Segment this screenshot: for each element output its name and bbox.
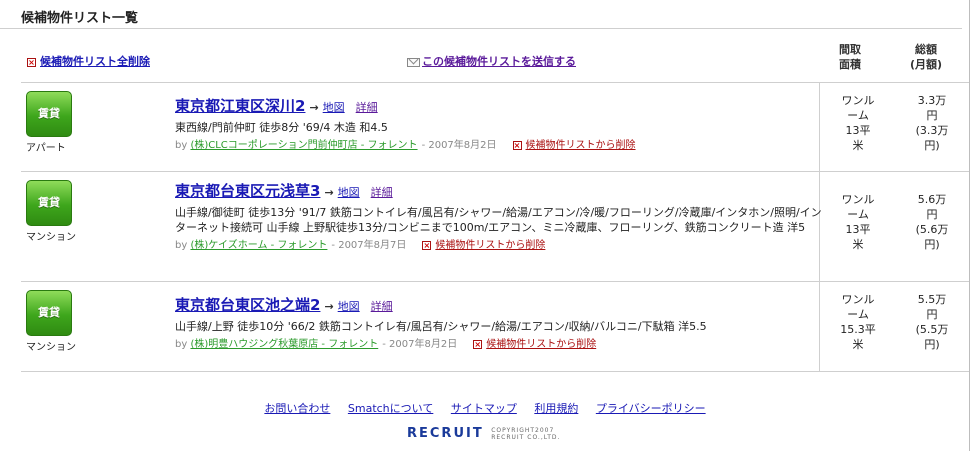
size-cell: ワンルーム 13平米 (821, 192, 895, 252)
area-value: 15.3平米 (840, 323, 876, 351)
property-title-link[interactable]: 東京都江東区深川2 (175, 97, 305, 115)
listing-row: 賃貸 マンション 東京都台東区池之端2 → 地図 詳細 山手線/上野 徒歩10分 '6… (21, 282, 969, 372)
copyright-line2: RECRUIT CO.,LTD. (491, 433, 561, 441)
send-list-label[interactable]: この候補物件リストを送信する (422, 55, 576, 68)
price-value: 5.6万円 (917, 193, 947, 221)
remove-from-list-link[interactable]: 候補物件リストから削除 (435, 240, 545, 251)
send-list-link[interactable]: この候補物件リストを送信する (407, 53, 576, 69)
footer-link-terms[interactable]: 利用規約 (534, 402, 578, 415)
detail-link[interactable]: 詳細 (356, 101, 378, 114)
remove-icon: × (422, 240, 432, 250)
area-value: 13平米 (845, 223, 871, 251)
footer-link-privacy[interactable]: プライバシーポリシー (596, 402, 706, 415)
by-label: by (175, 240, 188, 251)
remove-icon: × (473, 339, 483, 349)
price-value: 3.3万円 (917, 94, 947, 122)
footer-link-about[interactable]: Smatchについて (348, 402, 433, 415)
title-line: 東京都台東区池之端2 → 地図 詳細 (175, 295, 825, 317)
property-description: 山手線/上野 徒歩10分 '66/2 鉄筋コントイレ有/風呂有/シャワー/給湯/… (175, 320, 707, 333)
listing-row: 賃貸 アパート 東京都江東区深川2 → 地図 詳細 東西線/門前仲町 徒歩8分 '69… (21, 83, 969, 172)
listing-info: 東京都台東区元浅草3 → 地図 詳細 山手線/御徒町 徒歩13分 '91/7 鉄筋コン… (175, 181, 825, 253)
rental-badge[interactable]: 賃貸 (26, 91, 72, 137)
actions-row: × 候補物件リスト全削除 この候補物件リストを送信する 間取 面積 総額 (月額) (21, 32, 969, 83)
price-value: 5.5万円 (917, 293, 947, 321)
listing-date: - 2007年8月2日 (421, 140, 497, 151)
rental-badge[interactable]: 賃貸 (26, 180, 72, 226)
page-title: 候補物件リスト一覧 (0, 0, 962, 29)
property-description: 山手線/御徒町 徒歩13分 '91/7 鉄筋コントイレ有/風呂有/シャワー/給湯… (175, 206, 822, 234)
company-link[interactable]: (株)CLCコーポレーション門前仲町店 - フォレント (190, 140, 417, 151)
listing-meta: by (株)CLCコーポレーション門前仲町店 - フォレント - 2007年8月2… (175, 139, 825, 153)
size-cell: ワンルーム 15.3平米 (821, 292, 895, 352)
map-link[interactable]: 地図 (323, 101, 345, 114)
category-label: アパート (26, 143, 66, 154)
price-header-line2: (月額) (910, 58, 943, 71)
copyright-line1: COPYRIGHT2007 (491, 426, 555, 434)
remove-icon: × (512, 140, 522, 150)
rental-badge[interactable]: 賃貸 (26, 290, 72, 336)
listing-row: 賃貸 マンション 東京都台東区元浅草3 → 地図 詳細 山手線/御徒町 徒歩13分 '… (21, 172, 969, 282)
price-cell: 5.6万円 (5.6万円) (897, 192, 967, 252)
monthly-value: (3.3万円) (915, 124, 949, 152)
listing-info: 東京都台東区池之端2 → 地図 詳細 山手線/上野 徒歩10分 '66/2 鉄筋コント… (175, 295, 825, 352)
layout-value: ワンルーム (841, 193, 875, 221)
property-title-link[interactable]: 東京都台東区池之端2 (175, 296, 320, 314)
category-label: マンション (26, 342, 76, 353)
listing-date: - 2007年8月2日 (382, 339, 458, 350)
monthly-value: (5.6万円) (915, 223, 949, 251)
mail-icon (407, 57, 420, 67)
layout-value: ワンルーム (841, 293, 875, 321)
arrow-icon: → (324, 186, 334, 199)
size-cell: ワンルーム 13平米 (821, 93, 895, 153)
arrow-icon: → (324, 300, 334, 313)
arrow-icon: → (309, 101, 319, 114)
price-cell: 5.5万円 (5.5万円) (897, 292, 967, 352)
delete-all-label[interactable]: 候補物件リスト全削除 (40, 55, 150, 68)
detail-link[interactable]: 詳細 (371, 300, 393, 313)
recruit-logo: RECRUIT COPYRIGHT2007 RECRUIT CO.,LTD. (407, 426, 560, 441)
price-column-header: 総額 (月額) (910, 42, 942, 72)
delete-icon: × (27, 57, 36, 67)
company-link[interactable]: (株)明豊ハウジング秋葉原店 - フォレント (190, 339, 378, 350)
price-cell: 3.3万円 (3.3万円) (897, 93, 967, 153)
listing-meta: by (株)明豊ハウジング秋葉原店 - フォレント - 2007年8月2日 × 候補物… (175, 338, 825, 352)
detail-link[interactable]: 詳細 (371, 186, 393, 199)
listing-meta: by (株)ケイズホーム - フォレント - 2007年8月7日 × 候補物件リストか… (175, 239, 825, 253)
size-column-header: 間取 面積 (839, 42, 861, 72)
company-link[interactable]: (株)ケイズホーム - フォレント (190, 240, 327, 251)
delete-all-link[interactable]: × 候補物件リスト全削除 (27, 53, 150, 69)
logo-text: RECRUIT (407, 426, 484, 441)
listing-date: - 2007年8月7日 (331, 240, 407, 251)
remove-from-list-link[interactable]: 候補物件リストから削除 (526, 140, 636, 151)
by-label: by (175, 339, 188, 350)
property-title-link[interactable]: 東京都台東区元浅草3 (175, 182, 320, 200)
map-link[interactable]: 地図 (338, 300, 360, 313)
remove-from-list-link[interactable]: 候補物件リストから削除 (486, 339, 596, 350)
footer-link-contact[interactable]: お問い合わせ (264, 402, 330, 415)
footer-link-sitemap[interactable]: サイトマップ (451, 402, 517, 415)
property-description: 東西線/門前仲町 徒歩8分 '69/4 木造 和4.5 (175, 121, 388, 134)
size-header-line1: 間取 (839, 43, 861, 56)
size-header-line2: 面積 (839, 58, 861, 71)
by-label: by (175, 140, 188, 151)
copyright: COPYRIGHT2007 RECRUIT CO.,LTD. (491, 427, 560, 441)
listing-info: 東京都江東区深川2 → 地図 詳細 東西線/門前仲町 徒歩8分 '69/4 木造 和4… (175, 96, 825, 153)
category-label: マンション (26, 232, 76, 243)
monthly-value: (5.5万円) (915, 323, 949, 351)
title-line: 東京都台東区元浅草3 → 地図 詳細 (175, 181, 825, 203)
title-line: 東京都江東区深川2 → 地図 詳細 (175, 96, 825, 118)
layout-value: ワンルーム (841, 94, 875, 122)
map-link[interactable]: 地図 (338, 186, 360, 199)
price-header-line1: 総額 (915, 43, 938, 56)
footer-links: お問い合わせ Smatchについて サイトマップ 利用規約 プライバシーポリシー (0, 400, 970, 416)
area-value: 13平米 (845, 124, 871, 152)
